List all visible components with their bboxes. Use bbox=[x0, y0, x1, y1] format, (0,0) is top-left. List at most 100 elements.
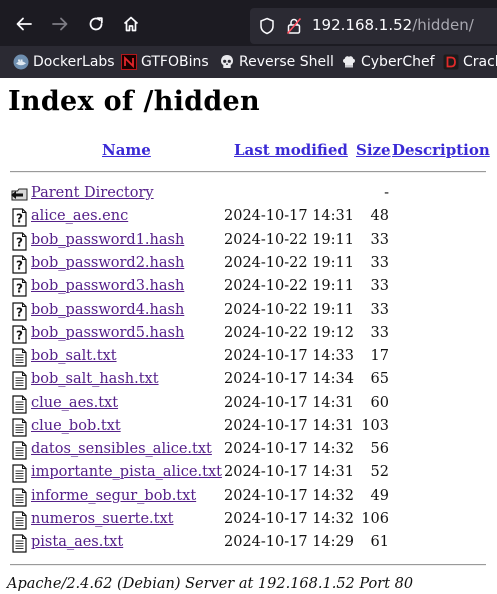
last-modified-cell: 2024-10-17 14:29 bbox=[224, 534, 354, 550]
file-link[interactable]: bob_password4.hash bbox=[31, 302, 184, 318]
size-cell: 17 bbox=[370, 348, 389, 364]
file-row: ? bob_password5.hash 2024-10-22 19:12 33 bbox=[0, 323, 497, 346]
last-modified-cell: 2024-10-22 19:11 bbox=[224, 255, 354, 271]
size-cell: 49 bbox=[370, 488, 389, 504]
text-file-icon bbox=[10, 534, 29, 553]
svg-text:?: ? bbox=[16, 259, 23, 273]
unknown-file-icon: ? bbox=[10, 325, 29, 344]
insecure-lock-icon[interactable] bbox=[286, 17, 302, 35]
bookmark-label: GTFOBins bbox=[141, 53, 209, 70]
bookmark-dockerlabs[interactable]: DockerLabs bbox=[12, 53, 115, 70]
size-cell: 33 bbox=[370, 278, 389, 294]
file-link[interactable]: bob_password1.hash bbox=[31, 232, 184, 248]
file-row: ? bob_password4.hash 2024-10-22 19:11 33 bbox=[0, 300, 497, 323]
last-modified-cell: 2024-10-17 14:32 bbox=[224, 441, 354, 457]
text-file-icon bbox=[10, 348, 29, 367]
svg-text:?: ? bbox=[16, 236, 23, 250]
file-link[interactable]: bob_password3.hash bbox=[31, 278, 184, 294]
bookmarks-bar: DockerLabs GTFOBins Reverse Shell CyberC… bbox=[0, 46, 497, 78]
arrow-left-icon bbox=[16, 17, 32, 31]
home-icon bbox=[123, 16, 139, 32]
text-file-icon bbox=[10, 418, 29, 437]
last-modified-cell: 2024-10-22 19:11 bbox=[224, 302, 354, 318]
bookmark-gtfobins[interactable]: GTFOBins bbox=[120, 53, 209, 70]
chef-hat-icon bbox=[340, 53, 357, 70]
file-link[interactable]: clue_aes.txt bbox=[31, 395, 118, 411]
size-cell: - bbox=[384, 185, 389, 201]
file-link[interactable]: informe_segur_bob.txt bbox=[31, 488, 196, 504]
last-modified-cell: 2024-10-17 14:32 bbox=[224, 488, 354, 504]
file-link[interactable]: numeros_suerte.txt bbox=[31, 511, 174, 527]
parent-directory-row: Parent Directory - bbox=[0, 183, 497, 206]
text-file-icon bbox=[10, 511, 29, 530]
svg-text:?: ? bbox=[16, 212, 23, 226]
file-row: ? alice_aes.enc 2024-10-17 14:31 48 bbox=[0, 206, 497, 229]
browser-toolbar: 192.168.1.52/hidden/ bbox=[0, 0, 497, 46]
text-file-icon bbox=[10, 464, 29, 483]
sort-by-description-link[interactable]: Description bbox=[392, 141, 490, 159]
svg-text:?: ? bbox=[16, 282, 23, 296]
last-modified-cell: 2024-10-22 19:11 bbox=[224, 278, 354, 294]
size-cell: 60 bbox=[370, 395, 389, 411]
svg-text:?: ? bbox=[16, 306, 23, 320]
back-button[interactable] bbox=[11, 11, 37, 37]
file-link[interactable]: bob_salt.txt bbox=[31, 348, 117, 364]
text-file-icon bbox=[10, 371, 29, 390]
url-text[interactable]: 192.168.1.52/hidden/ bbox=[312, 16, 474, 34]
file-row: informe_segur_bob.txt 2024-10-17 14:32 49 bbox=[0, 486, 497, 509]
bookmark-crack[interactable]: Crack bbox=[442, 53, 497, 70]
file-row: ? bob_password1.hash 2024-10-22 19:11 33 bbox=[0, 230, 497, 253]
d-logo-icon bbox=[442, 53, 459, 70]
sort-by-name-link[interactable]: Name bbox=[102, 141, 151, 159]
size-cell: 56 bbox=[370, 441, 389, 457]
file-row: ? bob_password2.hash 2024-10-22 19:11 33 bbox=[0, 253, 497, 276]
last-modified-cell: 2024-10-17 14:34 bbox=[224, 371, 354, 387]
file-link[interactable]: bob_salt_hash.txt bbox=[31, 371, 159, 387]
file-row: bob_salt.txt 2024-10-17 14:33 17 bbox=[0, 346, 497, 369]
text-file-icon bbox=[10, 395, 29, 414]
size-cell: 61 bbox=[370, 534, 389, 550]
reload-button[interactable] bbox=[83, 11, 109, 37]
shield-icon[interactable] bbox=[259, 17, 275, 35]
unknown-file-icon: ? bbox=[10, 278, 29, 297]
last-modified-cell: 2024-10-17 14:32 bbox=[224, 511, 354, 527]
unknown-file-icon: ? bbox=[10, 255, 29, 274]
size-cell: 106 bbox=[361, 511, 389, 527]
sort-by-size-link[interactable]: Size bbox=[356, 141, 391, 159]
reload-icon bbox=[89, 17, 103, 31]
file-row: clue_bob.txt 2024-10-17 14:31 103 bbox=[0, 416, 497, 439]
bookmark-cyberchef[interactable]: CyberChef bbox=[340, 53, 435, 70]
skull-icon bbox=[218, 53, 235, 70]
last-modified-cell: 2024-10-22 19:12 bbox=[224, 325, 354, 341]
unknown-file-icon: ? bbox=[10, 302, 29, 321]
size-cell: 33 bbox=[370, 255, 389, 271]
last-modified-cell: 2024-10-17 14:31 bbox=[224, 395, 354, 411]
file-row: importante_pista_alice.txt 2024-10-17 14:… bbox=[0, 462, 497, 485]
bookmark-reverse-shell[interactable]: Reverse Shell bbox=[218, 53, 334, 70]
forward-button[interactable] bbox=[47, 11, 73, 37]
file-link[interactable]: clue_bob.txt bbox=[31, 418, 121, 434]
file-row: ? bob_password3.hash 2024-10-22 19:11 33 bbox=[0, 276, 497, 299]
url-bar[interactable]: 192.168.1.52/hidden/ bbox=[250, 8, 497, 44]
last-modified-cell: 2024-10-22 19:11 bbox=[224, 232, 354, 248]
arrow-right-icon bbox=[52, 17, 68, 31]
size-cell: 33 bbox=[370, 302, 389, 318]
home-button[interactable] bbox=[118, 11, 144, 37]
bookmark-label: CyberChef bbox=[361, 53, 435, 70]
file-link[interactable]: datos_sensibles_alice.txt bbox=[31, 441, 212, 457]
parent-directory-link[interactable]: Parent Directory bbox=[31, 185, 154, 201]
file-link[interactable]: bob_password2.hash bbox=[31, 255, 184, 271]
file-link[interactable]: bob_password5.hash bbox=[31, 325, 184, 341]
file-link[interactable]: importante_pista_alice.txt bbox=[31, 464, 222, 480]
file-link[interactable]: pista_aes.txt bbox=[31, 534, 123, 550]
text-file-icon bbox=[10, 488, 29, 507]
page-content: Index of /hidden Name Last modified Size… bbox=[0, 78, 497, 594]
sort-by-last-modified-link[interactable]: Last modified bbox=[234, 141, 348, 159]
file-row: pista_aes.txt 2024-10-17 14:29 61 bbox=[0, 532, 497, 555]
text-file-icon bbox=[10, 441, 29, 460]
bookmark-label: Crack bbox=[463, 53, 497, 70]
svg-text:?: ? bbox=[16, 329, 23, 343]
size-cell: 103 bbox=[361, 418, 389, 434]
file-link[interactable]: alice_aes.enc bbox=[31, 208, 128, 224]
file-row: numeros_suerte.txt 2024-10-17 14:32 106 bbox=[0, 509, 497, 532]
